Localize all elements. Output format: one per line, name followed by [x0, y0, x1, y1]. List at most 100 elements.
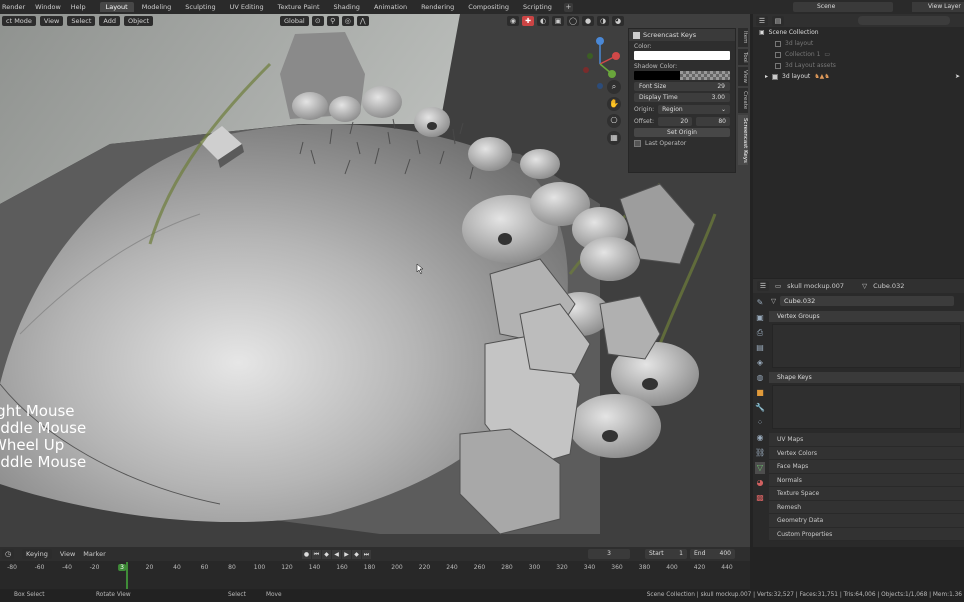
playhead[interactable]: [126, 562, 128, 589]
grid-icon[interactable]: ▦: [607, 131, 621, 145]
add-workspace-button[interactable]: +: [563, 2, 573, 12]
pan-hand-icon[interactable]: ✋: [607, 97, 621, 111]
editor-type-icon[interactable]: ☰: [757, 281, 769, 291]
tool-icon[interactable]: ✎: [755, 297, 765, 309]
select-menu[interactable]: Select: [67, 16, 96, 26]
scene-selector[interactable]: Scene: [793, 2, 893, 12]
play-icon[interactable]: ▶: [342, 550, 351, 559]
orientation-selector[interactable]: Global: [280, 16, 309, 26]
last-operator-row[interactable]: Last Operator: [634, 140, 730, 147]
falloff-icon[interactable]: ⋀: [356, 16, 369, 26]
shadow-color-swatch[interactable]: [634, 71, 730, 80]
tab-animation[interactable]: Animation: [368, 2, 413, 12]
outliner-row-scene-collection[interactable]: ▣ Scene Collection: [753, 27, 964, 38]
camera-icon[interactable]: ⎔: [607, 114, 621, 128]
xray-icon[interactable]: ▣: [552, 16, 564, 26]
overlays-icon[interactable]: ◐: [537, 16, 549, 26]
visibility-icon[interactable]: ◉: [507, 16, 519, 26]
marker-menu[interactable]: Marker: [83, 550, 105, 558]
exclude-checkbox[interactable]: [775, 62, 781, 69]
object-props-icon[interactable]: ■: [755, 387, 765, 399]
material-shading-icon[interactable]: ◑: [597, 16, 609, 26]
3d-viewport[interactable]: ct Mode View Select Add Object Global ⊙ …: [0, 14, 750, 547]
tab-item[interactable]: Item: [738, 28, 748, 47]
wireframe-shading-icon[interactable]: ◯: [567, 16, 579, 26]
display-time-field[interactable]: Display Time 3.00: [634, 93, 730, 102]
tab-sculpting[interactable]: Sculpting: [179, 2, 221, 12]
next-keyframe-icon[interactable]: ◆: [352, 550, 361, 559]
zoom-icon[interactable]: ⌕: [607, 80, 621, 94]
object-menu[interactable]: Object: [124, 16, 154, 26]
section-uv-maps[interactable]: UV Maps: [769, 433, 964, 447]
world-icon[interactable]: ◍: [755, 372, 765, 384]
mesh-name-field[interactable]: Cube.032: [780, 296, 954, 306]
menu-window[interactable]: Window: [35, 3, 61, 11]
view-layer-icon[interactable]: ▤: [755, 342, 765, 354]
particles-icon[interactable]: ⁘: [755, 417, 765, 429]
last-operator-checkbox[interactable]: [634, 140, 641, 147]
start-frame-field[interactable]: Start 1: [645, 549, 687, 559]
menu-help[interactable]: Help: [71, 3, 86, 11]
section-geometry-data[interactable]: Geometry Data: [769, 514, 964, 528]
render-icon[interactable]: ▣: [755, 312, 765, 324]
select-arrow-icon[interactable]: ➤: [955, 73, 960, 80]
solid-shading-icon[interactable]: ●: [582, 16, 594, 26]
output-icon[interactable]: ⎙: [755, 327, 765, 339]
scene-icon[interactable]: ◈: [755, 357, 765, 369]
jump-end-icon[interactable]: ⏭: [362, 550, 371, 559]
gizmo-icon[interactable]: ✚: [522, 16, 534, 26]
section-custom-properties[interactable]: Custom Properties: [769, 527, 964, 541]
tab-screencast-keys[interactable]: Screencast Keys: [738, 114, 748, 166]
tab-texture-paint[interactable]: Texture Paint: [272, 2, 326, 12]
shape-keys-header[interactable]: Shape Keys: [769, 372, 964, 383]
expand-icon[interactable]: ▸: [765, 73, 768, 80]
vertex-groups-list[interactable]: [772, 324, 961, 368]
outliner-row-active[interactable]: ▸ 3d layout ♞▲♞ ➤: [753, 71, 964, 82]
tab-layout[interactable]: Layout: [99, 2, 134, 12]
outliner-row[interactable]: 3d Layout assets: [753, 60, 964, 71]
end-frame-field[interactable]: End 400: [690, 549, 735, 559]
view-menu[interactable]: View: [60, 550, 75, 558]
rendered-shading-icon[interactable]: ◕: [612, 16, 624, 26]
frame-ruler[interactable]: -80 -60 -40 -20 3 20 40 60 80 100 120 140 160 180 200 2…: [0, 562, 750, 574]
menu-render[interactable]: Render: [2, 3, 25, 11]
section-normals[interactable]: Normals: [769, 473, 964, 487]
panel-header[interactable]: Screencast Keys: [629, 29, 735, 41]
proportional-icon[interactable]: ◎: [341, 16, 354, 26]
view-menu[interactable]: View: [39, 16, 64, 26]
tab-tool[interactable]: Tool: [738, 48, 748, 66]
exclude-checkbox[interactable]: [772, 73, 779, 80]
exclude-checkbox[interactable]: [775, 40, 781, 47]
view-layer-selector[interactable]: View Layer: [912, 2, 964, 12]
jump-start-icon[interactable]: ⏮: [312, 550, 321, 559]
tab-scripting[interactable]: Scripting: [517, 2, 558, 12]
prev-keyframe-icon[interactable]: ◆: [322, 550, 331, 559]
section-vertex-colors[interactable]: Vertex Colors: [769, 446, 964, 460]
editor-type-icon[interactable]: ☰: [756, 15, 768, 26]
outliner-search-input[interactable]: [858, 16, 950, 25]
set-origin-button[interactable]: Set Origin: [634, 128, 730, 137]
outliner-row[interactable]: 3d layout: [753, 38, 964, 49]
display-mode-icon[interactable]: ▤: [772, 15, 784, 26]
tab-modeling[interactable]: Modeling: [136, 2, 178, 12]
origin-dropdown[interactable]: Region ⌄: [658, 105, 730, 114]
keying-menu[interactable]: Keying: [22, 549, 52, 559]
material-icon[interactable]: ◕: [755, 477, 765, 489]
tab-create[interactable]: Create: [738, 88, 748, 113]
color-swatch[interactable]: [634, 51, 730, 60]
tab-shading[interactable]: Shading: [328, 2, 366, 12]
enable-checkbox[interactable]: [633, 31, 640, 39]
offset-x-field[interactable]: 20: [658, 117, 693, 126]
section-texture-space[interactable]: Texture Space: [769, 487, 964, 501]
pivot-icon[interactable]: ⊙: [311, 16, 324, 26]
mesh-data-tab-icon[interactable]: ▽: [755, 462, 765, 474]
record-icon[interactable]: ●: [302, 550, 311, 559]
exclude-checkbox[interactable]: [775, 51, 781, 58]
tab-view[interactable]: View: [738, 67, 748, 87]
tab-uv-editing[interactable]: UV Editing: [224, 2, 270, 12]
snap-icon[interactable]: ⚲: [326, 16, 339, 26]
add-menu[interactable]: Add: [99, 16, 120, 26]
play-reverse-icon[interactable]: ◀: [332, 550, 341, 559]
mode-selector[interactable]: ct Mode: [2, 16, 36, 26]
offset-y-field[interactable]: 80: [696, 117, 730, 126]
